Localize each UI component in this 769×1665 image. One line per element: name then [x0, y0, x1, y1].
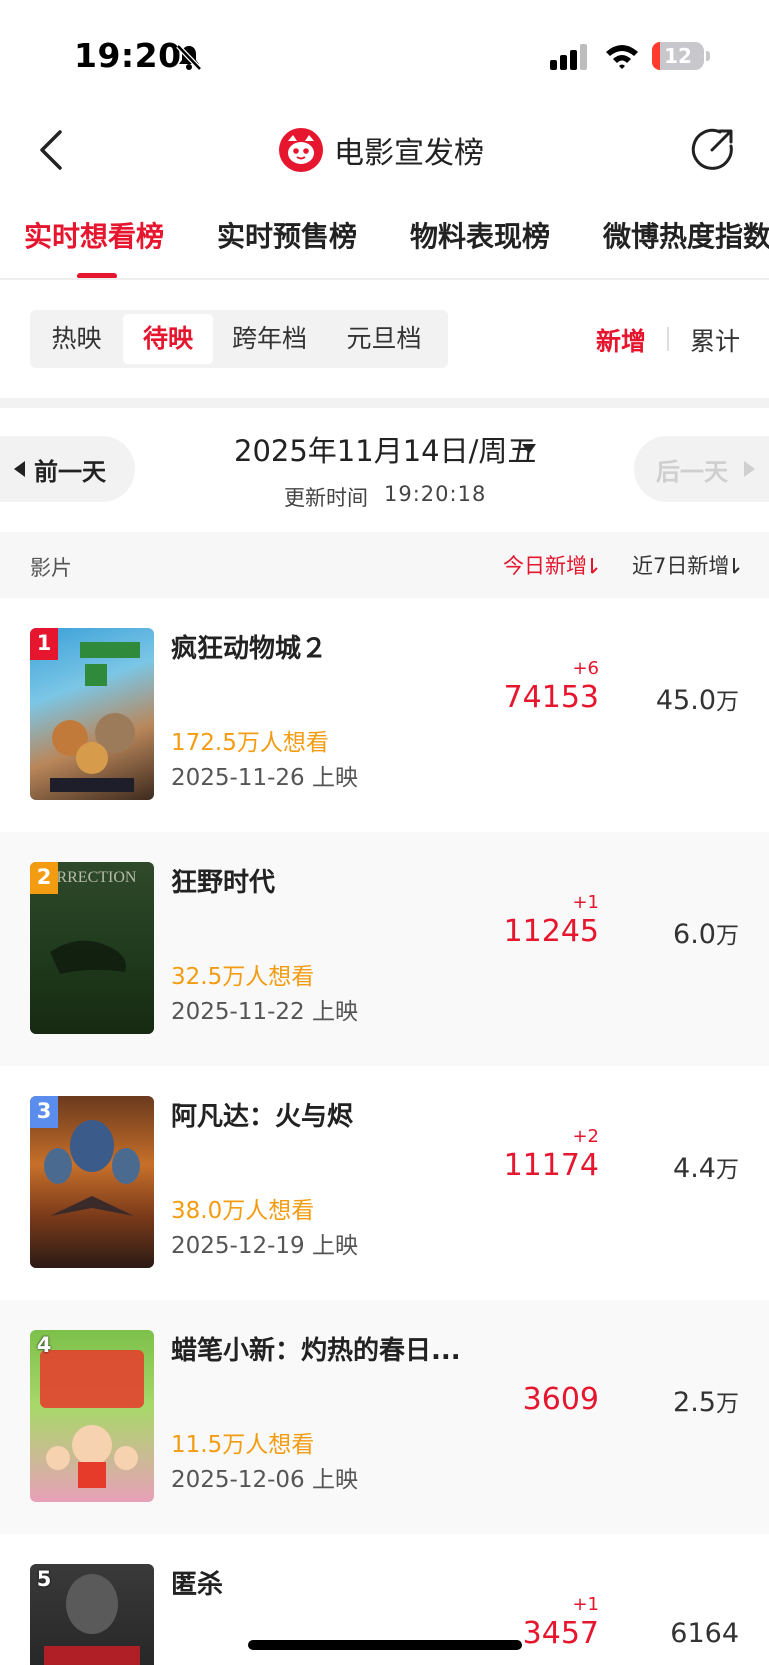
week-new-value: 6.0万: [673, 916, 739, 950]
signal-icon: [550, 44, 587, 70]
toggle-divider: [667, 327, 669, 351]
title-wrap: 电影宣发榜: [278, 124, 484, 176]
maoyan-cat-logo-icon: [279, 128, 323, 172]
segment-new-year-eve[interactable]: 跨年档: [217, 314, 322, 364]
rank-delta: +1: [572, 892, 599, 913]
sort-down-icon: [733, 558, 741, 574]
column-week-new[interactable]: 近7日新增: [632, 550, 741, 580]
today-new-value: 11245: [503, 914, 599, 949]
update-time-value: 19:20:18: [384, 482, 487, 506]
toggle-new[interactable]: 新增: [596, 322, 646, 358]
column-header: 影片 今日新增 近7日新增: [0, 532, 769, 598]
week-new-number: 4.4: [673, 1153, 716, 1184]
rank-delta: +6: [572, 658, 599, 679]
battery-label: 12: [664, 44, 692, 68]
ranking-tabs: 实时想看榜 实时预售榜 物料表现榜 微博热度指数: [0, 205, 769, 280]
battery-tip: [706, 51, 710, 61]
film-poster: 4: [30, 1330, 154, 1502]
film-row[interactable]: 1 疯狂动物城２ 172.5万人想看 2025-11-26 上映 +6 7415…: [0, 598, 769, 832]
rank-badge: 2: [30, 862, 58, 894]
page-title: 电影宣发榜: [334, 136, 484, 171]
today-new-value: 11174: [503, 1148, 599, 1183]
film-title: 疯狂动物城２: [171, 634, 328, 664]
want-count: 38.0万人想看: [171, 1198, 315, 1224]
rank-delta: +1: [572, 1594, 599, 1615]
week-new-value: 2.5万: [673, 1384, 739, 1418]
next-day-label: 后一天: [656, 458, 728, 486]
film-poster: 3: [30, 1096, 154, 1268]
active-tab-underline: [77, 273, 117, 278]
rank-badge: 5: [36, 1567, 52, 1591]
segment-new-year-day[interactable]: 元旦档: [326, 314, 442, 364]
week-new-unit: 万: [716, 1391, 739, 1417]
prev-day-label: 前一天: [34, 458, 106, 486]
release-status-segment: 热映 待映 跨年档 元旦档: [30, 310, 448, 368]
tab-material-performance[interactable]: 物料表现榜: [410, 215, 550, 255]
release-date: 2025-12-19 上映: [171, 1233, 358, 1259]
home-indicator[interactable]: [248, 1640, 522, 1650]
rank-badge: 4: [36, 1333, 52, 1357]
rank-badge: 3: [30, 1096, 58, 1128]
today-new-value: 3457: [522, 1616, 599, 1651]
rank-delta: +2: [572, 1126, 599, 1147]
caret-down-icon[interactable]: [522, 444, 536, 454]
tab-realtime-want[interactable]: 实时想看榜: [24, 215, 164, 255]
column-today-new[interactable]: 今日新增: [503, 550, 599, 580]
film-title: 狂野时代: [171, 868, 276, 898]
week-new-value: 6164: [670, 1618, 739, 1649]
week-new-unit: 万: [716, 689, 739, 715]
status-bar: 19:20 12: [0, 0, 769, 110]
column-film: 影片: [30, 556, 72, 580]
film-row[interactable]: 4 蜡笔小新：灼热的春日... 11.5万人想看 2025-12-06 上映 3…: [0, 1300, 769, 1534]
week-new-unit: 万: [716, 1157, 739, 1183]
week-new-number: 6164: [670, 1618, 739, 1649]
week-new-number: 6.0: [673, 919, 716, 950]
tab-realtime-presale[interactable]: 实时预售榜: [217, 215, 357, 255]
wifi-icon: [606, 45, 638, 69]
right-triangle-icon: [744, 461, 755, 477]
share-button[interactable]: [690, 126, 736, 172]
column-today-new-label: 今日新增: [503, 554, 587, 578]
film-row[interactable]: 3 阿凡达：火与烬 38.0万人想看 2025-12-19 上映 +2 1117…: [0, 1066, 769, 1300]
week-new-value: 45.0万: [656, 682, 739, 716]
film-title: 阿凡达：火与烬: [171, 1102, 354, 1132]
battery-indicator: 12: [652, 42, 704, 70]
want-count: 172.5万人想看: [171, 730, 329, 756]
today-new-value: 74153: [503, 680, 599, 715]
prev-day-button[interactable]: 前一天: [0, 436, 135, 502]
tab-weibo-heat[interactable]: 微博热度指数: [603, 215, 769, 255]
bell-mute-icon: [176, 44, 202, 71]
segment-upcoming[interactable]: 待映: [123, 314, 213, 364]
film-row[interactable]: SURRECTION 2 狂野时代 32.5万人想看 2025-11-22 上映…: [0, 832, 769, 1066]
week-new-number: 45.0: [655, 685, 716, 716]
back-button[interactable]: [30, 124, 78, 176]
film-poster: SURRECTION 2: [30, 862, 154, 1034]
want-count: 32.5万人想看: [171, 964, 315, 990]
film-poster: 5: [30, 1564, 154, 1665]
today-new-value: 3609: [522, 1382, 599, 1417]
date-selector[interactable]: 2025年11月14日/周五: [234, 428, 536, 470]
release-date: 2025-11-26 上映: [171, 765, 358, 791]
next-day-button[interactable]: 后一天: [634, 436, 769, 502]
week-new-unit: 万: [716, 923, 739, 949]
film-poster: 1: [30, 628, 154, 800]
toggle-total[interactable]: 累计: [690, 322, 740, 358]
rank-badge: 1: [30, 628, 58, 660]
week-new-value: 4.4万: [673, 1150, 739, 1184]
section-divider: [0, 398, 769, 408]
week-new-number: 2.5: [673, 1387, 716, 1418]
update-time-label: 更新时间: [284, 486, 368, 510]
column-week-new-label: 近7日新增: [632, 554, 730, 578]
release-date: 2025-12-06 上映: [171, 1467, 358, 1493]
segment-now-showing[interactable]: 热映: [34, 314, 119, 364]
film-title: 匿杀: [171, 1570, 224, 1600]
want-count: 11.5万人想看: [171, 1432, 315, 1458]
sort-down-icon: [591, 558, 598, 574]
film-title: 蜡笔小新：灼热的春日...: [171, 1336, 461, 1366]
header: 电影宣发榜: [0, 110, 769, 190]
release-date: 2025-11-22 上映: [171, 999, 358, 1025]
left-triangle-icon: [14, 461, 25, 477]
status-time: 19:20: [74, 36, 182, 75]
